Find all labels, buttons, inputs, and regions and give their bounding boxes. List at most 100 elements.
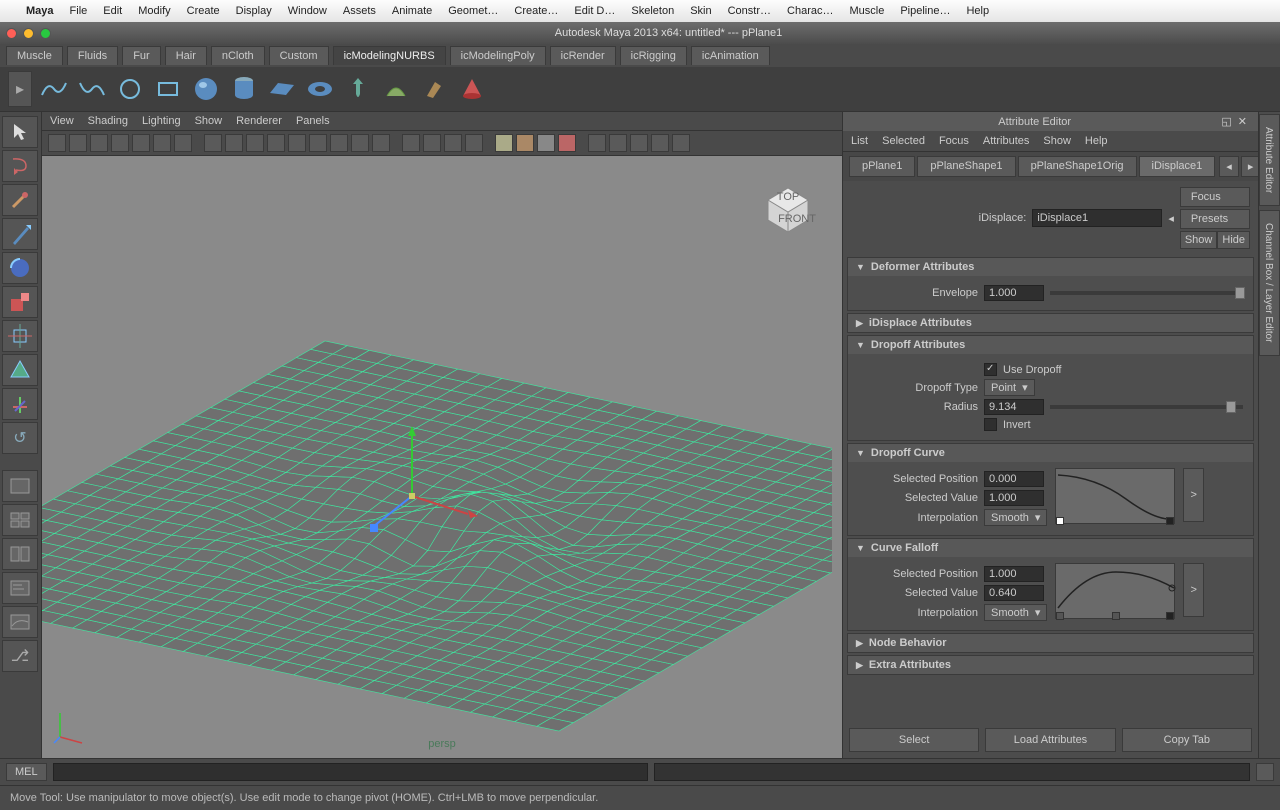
vp-tool-button[interactable]: [351, 134, 369, 152]
macmenu-item[interactable]: Constr…: [728, 5, 771, 17]
section-header-deformer[interactable]: ▼Deformer Attributes: [848, 258, 1253, 276]
mel-label[interactable]: MEL: [6, 763, 47, 781]
square-icon[interactable]: [152, 73, 184, 105]
macmenu-item[interactable]: Window: [288, 5, 327, 17]
ae-tab[interactable]: iDisplace1: [1139, 156, 1216, 177]
vp-tool-button[interactable]: [558, 134, 576, 152]
shelf-toggle[interactable]: ▸: [8, 71, 32, 107]
vp-tool-button[interactable]: [402, 134, 420, 152]
curve-expand-button[interactable]: >: [1183, 468, 1203, 522]
vp-tool-button[interactable]: [672, 134, 690, 152]
macmenu-item[interactable]: Help: [966, 5, 989, 17]
vp-tool-button[interactable]: [246, 134, 264, 152]
vp-menu-item[interactable]: View: [50, 115, 74, 127]
vp-menu-item[interactable]: Renderer: [236, 115, 282, 127]
section-header-extra[interactable]: ▶Extra Attributes: [848, 656, 1253, 674]
close-window-button[interactable]: [6, 28, 17, 39]
vp-menu-item[interactable]: Shading: [88, 115, 128, 127]
vp-menu-item[interactable]: Lighting: [142, 115, 181, 127]
macmenu-item[interactable]: Muscle: [849, 5, 884, 17]
plane-icon[interactable]: [266, 73, 298, 105]
curve-expand-button[interactable]: >: [1183, 563, 1203, 617]
curve-icon[interactable]: [38, 73, 70, 105]
macmenu-item[interactable]: Edit: [103, 5, 122, 17]
curve2-icon[interactable]: [76, 73, 108, 105]
vp-tool-button[interactable]: [204, 134, 222, 152]
cf-val-field[interactable]: [984, 585, 1044, 601]
macmenu-item[interactable]: Create…: [514, 5, 558, 17]
copy-tab-button[interactable]: Copy Tab: [1122, 728, 1252, 752]
ae-menu-item[interactable]: Selected: [882, 135, 925, 147]
last-tool[interactable]: ↺: [2, 422, 38, 454]
nodename-field[interactable]: [1032, 209, 1162, 227]
dc-val-field[interactable]: [984, 490, 1044, 506]
tab-scroll-left[interactable]: ◂: [1219, 156, 1239, 177]
radius-slider[interactable]: [1050, 405, 1243, 409]
close-icon[interactable]: ✕: [1235, 115, 1250, 128]
curve-handle[interactable]: [1166, 517, 1174, 525]
vp-tool-button[interactable]: [516, 134, 534, 152]
shelf-tab[interactable]: Fur: [122, 46, 161, 65]
shelf-tab[interactable]: icAnimation: [691, 46, 770, 65]
presets-button[interactable]: Presets: [1180, 209, 1250, 229]
cylinder-icon[interactable]: [228, 73, 260, 105]
graph-layout[interactable]: [2, 606, 38, 638]
vp-tool-button[interactable]: [132, 134, 150, 152]
shelf-tab[interactable]: Custom: [269, 46, 329, 65]
dock-tab-attribute-editor[interactable]: Attribute Editor: [1259, 114, 1280, 206]
macmenu-item[interactable]: File: [70, 5, 88, 17]
dock-tab-channel-box[interactable]: Channel Box / Layer Editor: [1259, 210, 1280, 356]
section-header-dropoff[interactable]: ▼Dropoff Attributes: [848, 336, 1253, 354]
vp-tool-button[interactable]: [423, 134, 441, 152]
ae-menu-item[interactable]: List: [851, 135, 868, 147]
universal-manip-tool[interactable]: [2, 320, 38, 352]
section-header-node-behavior[interactable]: ▶Node Behavior: [848, 634, 1253, 652]
section-header-idisplace[interactable]: ▶iDisplace Attributes: [848, 314, 1253, 332]
shelf-tab[interactable]: icRender: [550, 46, 616, 65]
dropoff-type-dropdown[interactable]: Point▾: [984, 379, 1035, 396]
section-header-dropoff-curve[interactable]: ▼Dropoff Curve: [848, 444, 1253, 462]
torus-icon[interactable]: [304, 73, 336, 105]
envelope-field[interactable]: [984, 285, 1044, 301]
view-cube[interactable]: TOP FRONT: [758, 176, 818, 236]
cf-pos-field[interactable]: [984, 566, 1044, 582]
undock-icon[interactable]: ◱: [1218, 115, 1234, 128]
extrude-icon[interactable]: [418, 73, 450, 105]
ae-tab[interactable]: pPlaneShape1: [917, 156, 1015, 177]
macmenu-item[interactable]: Skin: [690, 5, 711, 17]
script-editor-button[interactable]: [1256, 763, 1274, 781]
ae-tab[interactable]: pPlane1: [849, 156, 915, 177]
viewport-3d[interactable]: TOP FRONT persp: [42, 156, 842, 758]
two-pane-layout[interactable]: [2, 538, 38, 570]
vp-tool-button[interactable]: [309, 134, 327, 152]
sphere-icon[interactable]: [190, 73, 222, 105]
show-manip-tool[interactable]: [2, 388, 38, 420]
revolve-icon[interactable]: [342, 73, 374, 105]
mel-input[interactable]: [53, 763, 649, 781]
vp-tool-button[interactable]: [495, 134, 513, 152]
vp-tool-button[interactable]: [69, 134, 87, 152]
move-tool[interactable]: [2, 218, 38, 250]
dropoff-curve-graph[interactable]: [1055, 468, 1175, 524]
vp-tool-button[interactable]: [588, 134, 606, 152]
macmenu-item[interactable]: Assets: [343, 5, 376, 17]
minimize-window-button[interactable]: [23, 28, 34, 39]
vp-tool-button[interactable]: [288, 134, 306, 152]
shelf-tab[interactable]: icModelingPoly: [450, 46, 546, 65]
falloff-curve-graph[interactable]: [1055, 563, 1175, 619]
vp-tool-button[interactable]: [372, 134, 390, 152]
shelf-tab[interactable]: nCloth: [211, 46, 265, 65]
select-button[interactable]: Select: [849, 728, 979, 752]
dc-pos-field[interactable]: [984, 471, 1044, 487]
vp-tool-button[interactable]: [174, 134, 192, 152]
vp-tool-button[interactable]: [630, 134, 648, 152]
vp-tool-button[interactable]: [330, 134, 348, 152]
curve-handle[interactable]: [1056, 612, 1064, 620]
section-header-curve-falloff[interactable]: ▼Curve Falloff: [848, 539, 1253, 557]
use-dropoff-checkbox[interactable]: [984, 363, 997, 376]
ae-menu-item[interactable]: Show: [1043, 135, 1071, 147]
loft-icon[interactable]: [380, 73, 412, 105]
vp-tool-button[interactable]: [267, 134, 285, 152]
vp-menu-item[interactable]: Show: [195, 115, 223, 127]
shelf-tab[interactable]: Fluids: [67, 46, 118, 65]
